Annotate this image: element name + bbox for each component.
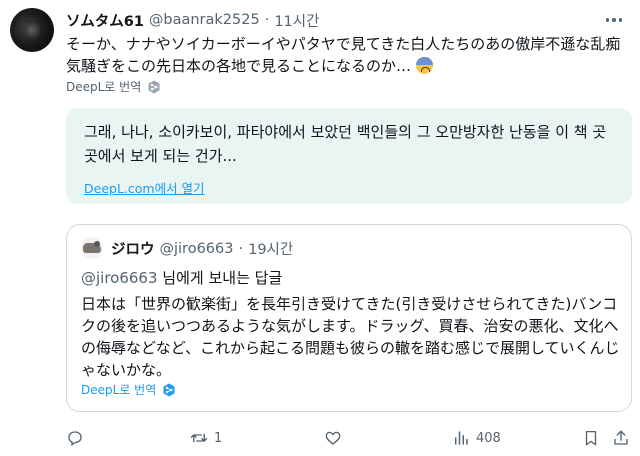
view-count: 408 xyxy=(476,430,501,446)
like-icon xyxy=(325,431,341,445)
more-icon xyxy=(605,18,610,22)
quoted-author-avatar[interactable] xyxy=(81,237,103,259)
translate-label[interactable]: DeepL로 번역 xyxy=(66,78,141,95)
author-handle[interactable]: @baanrak2525 xyxy=(149,12,260,28)
deepl-icon xyxy=(163,383,175,396)
quoted-header-separator: · xyxy=(238,240,244,257)
tweet-text: そーか、ナナやソイカーボーイやパタヤで見てきた白人たちのあの傲岸不遜な乱痴気騒ぎ… xyxy=(66,33,632,77)
quote-translate-label[interactable]: DeepL로 번역 xyxy=(81,381,156,398)
share-icon xyxy=(614,430,628,445)
share-button[interactable] xyxy=(612,426,630,450)
author-name[interactable]: ソムタム61 xyxy=(66,10,144,31)
reply-button[interactable] xyxy=(66,426,90,450)
views-button[interactable]: 408 xyxy=(452,426,501,450)
translation-text: 그래, 나나, 소이카보이, 파타야에서 보았던 백인들의 그 오만방자한 난동… xyxy=(84,123,607,165)
quoted-tweet-timestamp[interactable]: 19시간 xyxy=(248,238,293,259)
reply-icon xyxy=(68,431,82,447)
quoted-tweet-text: 日本は「世界の歓楽街」を長年引き受けてきた(引き受けさせられてきた)バンコクの後… xyxy=(81,295,620,379)
quoted-author-handle[interactable]: @jiro6663 xyxy=(160,241,234,257)
action-bar: 1 408 xyxy=(66,426,632,450)
bookmark-icon xyxy=(585,430,597,446)
header-separator: · xyxy=(264,12,270,28)
quoted-tweet-header: ジロウ @jiro6663 · 19시간 xyxy=(111,238,293,259)
reply-mention[interactable]: @jiro6663 xyxy=(81,269,158,287)
bookmark-button[interactable] xyxy=(582,426,600,450)
retweet-icon xyxy=(190,433,208,443)
retweet-count: 1 xyxy=(214,430,223,446)
tweet-body: そーか、ナナやソイカーボーイやパタヤで見てきた白人たちのあの傲岸不遜な乱痴気騒ぎ… xyxy=(66,35,621,75)
replying-to: @jiro6663 님에게 보내는 답글 xyxy=(81,267,282,288)
retweet-button[interactable]: 1 xyxy=(190,426,222,450)
more-options-button[interactable] xyxy=(602,8,626,32)
translation-panel: 그래, 나나, 소이카보이, 파타야에서 보았던 백인들의 그 오만방자한 난동… xyxy=(66,108,632,204)
tweet-header: ソムタム61 @baanrak2525 · 11시간 xyxy=(66,10,319,30)
open-deepl-link[interactable]: DeepL.com에서 열기 xyxy=(84,178,205,197)
tweet-timestamp[interactable]: 11시간 xyxy=(274,10,319,31)
like-button[interactable] xyxy=(324,426,348,450)
author-avatar[interactable] xyxy=(10,8,54,52)
translate-quote-button[interactable]: DeepL로 번역 xyxy=(81,381,176,398)
reply-suffix: 님에게 보내는 답글 xyxy=(157,269,283,287)
views-icon xyxy=(455,431,468,445)
deepl-icon xyxy=(148,80,160,93)
quoted-tweet[interactable]: ジロウ @jiro6663 · 19시간 @jiro6663 님에게 보내는 답… xyxy=(66,224,632,412)
quoted-author-name[interactable]: ジロウ xyxy=(111,238,155,259)
translate-tweet-button[interactable]: DeepL로 번역 xyxy=(66,78,161,95)
worried-face-icon xyxy=(415,57,433,74)
